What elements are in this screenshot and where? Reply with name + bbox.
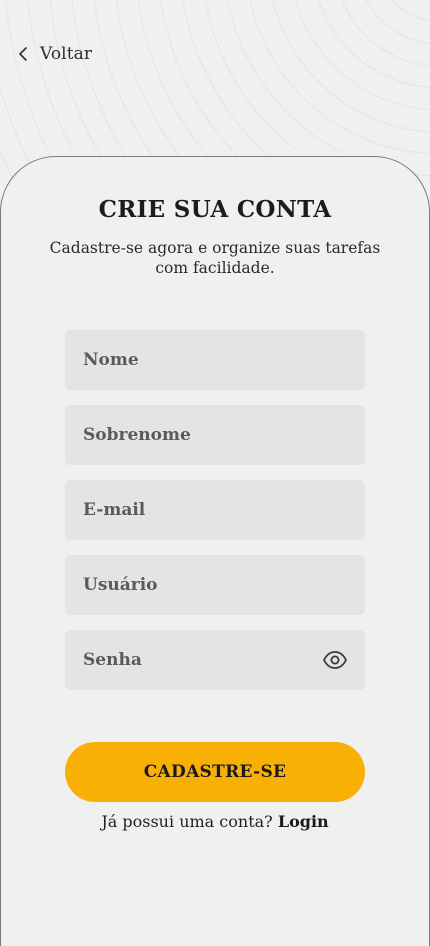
- chevron-left-icon: [18, 46, 28, 62]
- page-title: CRIE SUA CONTA: [98, 196, 332, 223]
- first-name-field[interactable]: [65, 330, 365, 390]
- first-name-input[interactable]: [65, 330, 365, 390]
- username-input[interactable]: [65, 555, 365, 615]
- last-name-input[interactable]: [65, 405, 365, 465]
- email-input[interactable]: [65, 480, 365, 540]
- eye-icon[interactable]: [322, 648, 348, 672]
- login-link[interactable]: Login: [278, 812, 329, 831]
- password-input[interactable]: [65, 630, 365, 690]
- page-subtitle: Cadastre-se agora e organize suas tarefa…: [49, 239, 381, 277]
- back-label: Voltar: [40, 44, 93, 64]
- back-button[interactable]: Voltar: [18, 42, 92, 66]
- login-prompt: Já possui uma conta? Login: [0, 812, 430, 831]
- username-field[interactable]: [65, 555, 365, 615]
- last-name-field[interactable]: [65, 405, 365, 465]
- signup-button[interactable]: CADASTRE-SE: [65, 742, 365, 802]
- login-prompt-text: Já possui uma conta?: [101, 812, 273, 831]
- password-field[interactable]: [65, 630, 365, 690]
- email-field[interactable]: [65, 480, 365, 540]
